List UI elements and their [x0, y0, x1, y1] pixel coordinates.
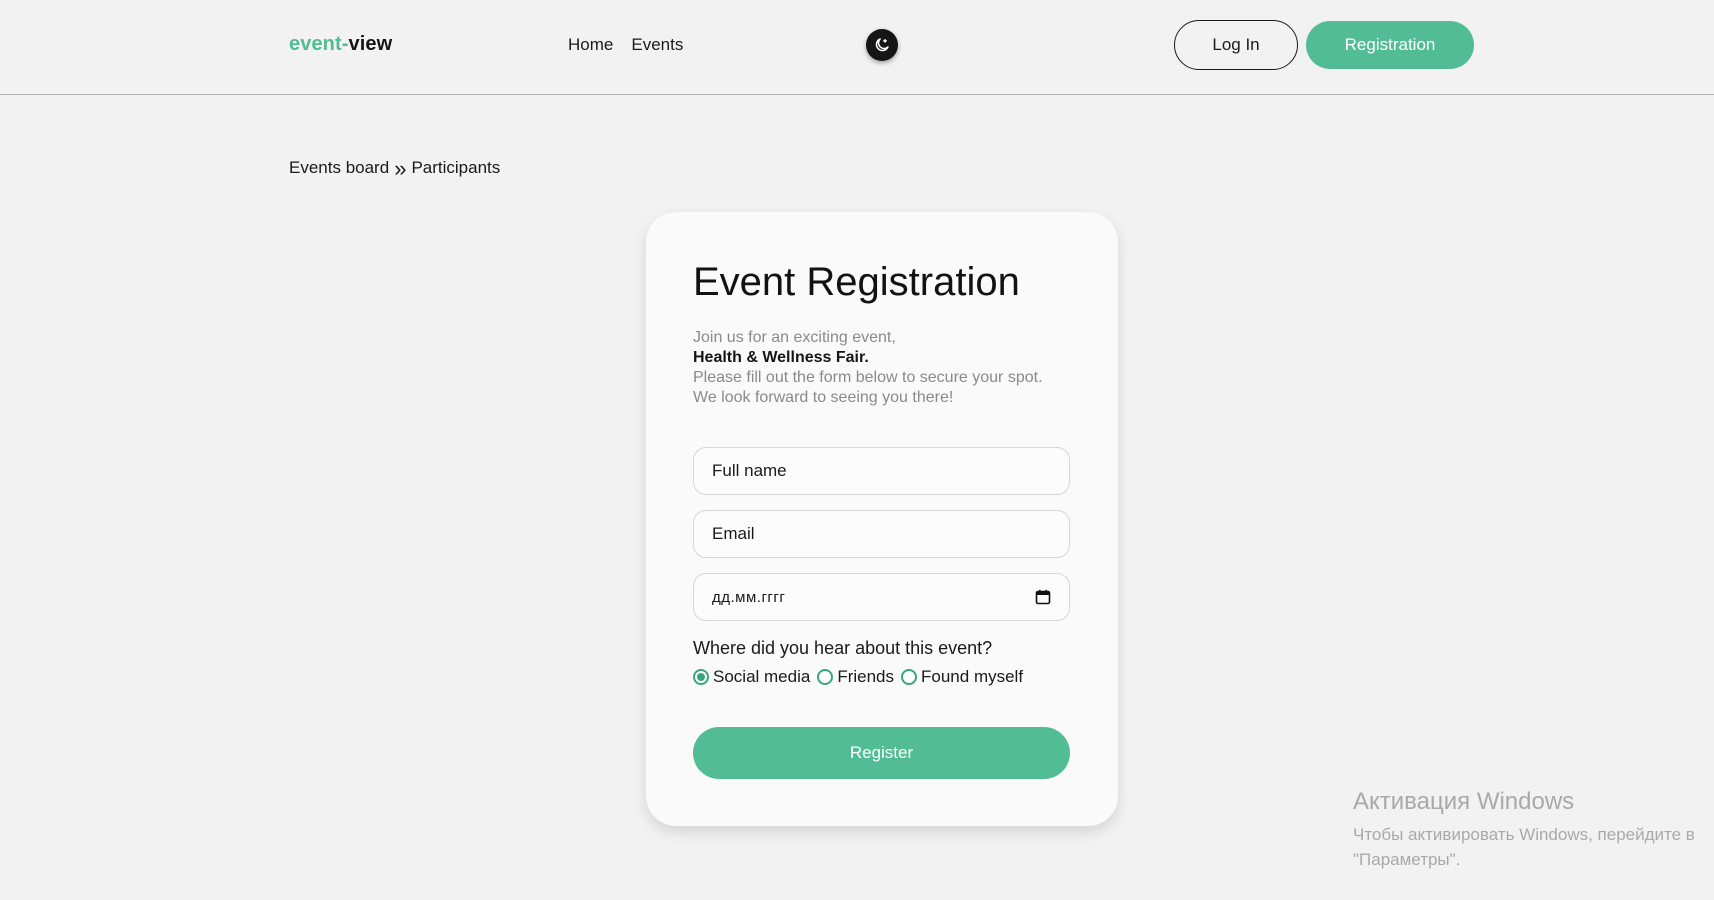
login-button[interactable]: Log In [1174, 20, 1298, 70]
registration-card: Event Registration Join us for an exciti… [646, 212, 1118, 826]
main-nav: Home Events [568, 35, 683, 55]
register-submit-button[interactable]: Register [693, 727, 1070, 779]
source-radio-group: Social media Friends Found myself [693, 667, 1030, 687]
moon-stars-icon [873, 36, 891, 54]
logo-accent: event- [289, 33, 349, 55]
event-name: Health & Wellness Fair. [693, 349, 869, 366]
radio-label: Friends [837, 667, 895, 686]
intro-line-1: Join us for an exciting event, [693, 329, 896, 346]
radio-label: Social media [713, 667, 811, 686]
fullname-field-wrapper [693, 447, 1070, 495]
top-header: event-view Home Events Log In Registrati… [0, 0, 1714, 95]
breadcrumb-events-board[interactable]: Events board [289, 158, 389, 178]
email-input[interactable] [712, 524, 1051, 544]
intro-text: Join us for an exciting event, Health & … [693, 328, 1093, 408]
breadcrumb: Events board » Participants [289, 155, 500, 181]
source-question: Where did you hear about this event? [693, 638, 993, 658]
windows-activation-watermark: Активация Windows Чтобы активировать Win… [1353, 788, 1695, 872]
calendar-icon[interactable] [1035, 589, 1051, 605]
theme-toggle-button[interactable] [866, 29, 898, 61]
date-placeholder: дд.мм.гггг [712, 588, 786, 606]
email-field-wrapper [693, 510, 1070, 558]
nav-home-link[interactable]: Home [568, 35, 613, 55]
radio-friends[interactable]: Friends [817, 667, 894, 687]
radio-unchecked-icon [817, 669, 834, 685]
watermark-title: Активация Windows [1353, 788, 1575, 815]
radio-found-myself[interactable]: Found myself [901, 667, 1023, 687]
watermark-line-2: "Параметры". [1353, 850, 1461, 869]
logo-text: view [348, 33, 393, 55]
logo[interactable]: event-view [289, 33, 392, 56]
date-input[interactable]: дд.мм.гггг [693, 573, 1070, 621]
fullname-input[interactable] [712, 461, 1051, 481]
registration-button[interactable]: Registration [1306, 21, 1474, 69]
breadcrumb-participants[interactable]: Participants [411, 158, 500, 178]
page-title: Event Registration [693, 260, 1020, 304]
watermark-line-1: Чтобы активировать Windows, перейдите в [1353, 825, 1695, 844]
radio-unchecked-icon [901, 669, 918, 685]
intro-line-3: We look forward to seeing you there! [693, 389, 954, 406]
intro-line-2: Please fill out the form below to secure… [693, 369, 1043, 386]
radio-checked-icon [693, 669, 709, 685]
double-chevron-right-icon: » [394, 155, 407, 181]
nav-events-link[interactable]: Events [631, 35, 683, 55]
radio-social-media[interactable]: Social media [693, 667, 810, 687]
radio-label: Found myself [921, 667, 1024, 686]
